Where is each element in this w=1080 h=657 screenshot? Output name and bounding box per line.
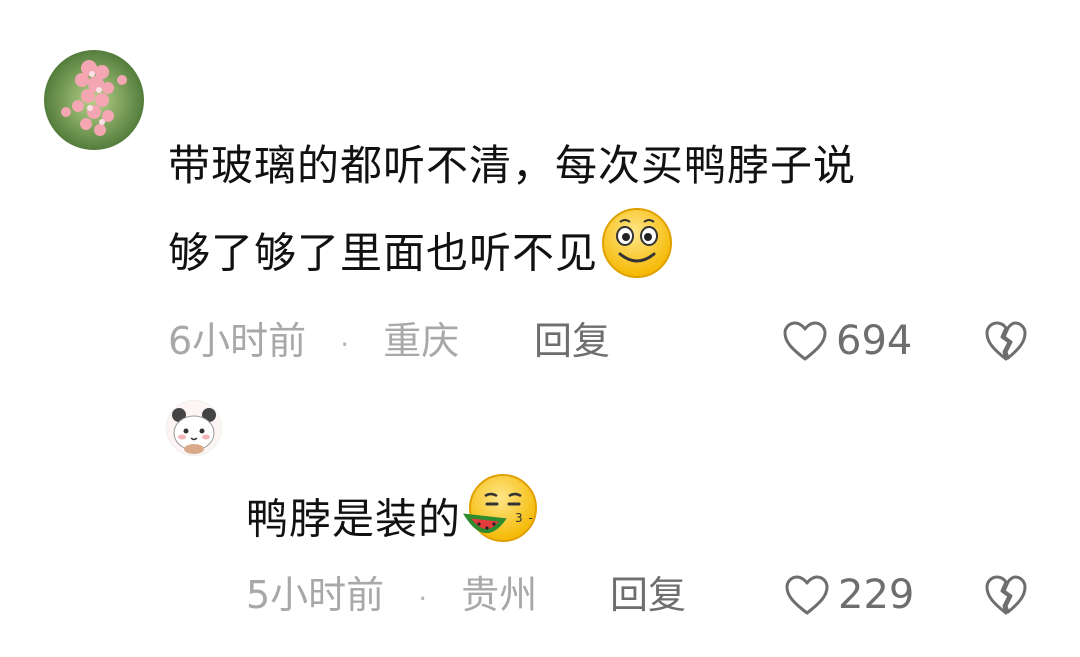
comment-meta: 6小时前 · 重庆	[168, 318, 459, 368]
reply-location: 贵州	[461, 573, 538, 617]
svg-text:3 -: 3 -	[515, 511, 534, 525]
meta-separator: ·	[340, 328, 350, 361]
comment-text: 带玻璃的都听不清，每次买鸭脖子说 够了够了里面也听不见	[168, 126, 1018, 306]
heart-icon	[785, 575, 829, 615]
comment-text-line-1: 带玻璃的都听不清，每次买鸭脖子说	[168, 141, 857, 190]
like-count: 694	[836, 318, 913, 364]
like-count: 229	[838, 572, 915, 618]
comment-location: 重庆	[383, 319, 460, 363]
smile-emoji-icon	[600, 206, 674, 306]
reply-time: 5小时前	[246, 573, 385, 617]
watermelon-eating-emoji-icon: 3 -	[463, 472, 539, 572]
reply-text-content: 鸭脖是装的	[246, 494, 462, 544]
broken-heart-icon	[985, 575, 1027, 615]
dislike-button[interactable]	[984, 574, 1028, 620]
reply-meta: 5小时前 · 贵州	[246, 572, 537, 622]
broken-heart-icon	[985, 321, 1027, 361]
panda-bear-avatar-icon	[167, 401, 221, 455]
comment-text-line-2-content: 够了够了里面也听不见	[168, 228, 599, 278]
dislike-button[interactable]	[984, 320, 1028, 366]
comment-text-line-2: 够了够了里面也听不见	[168, 206, 1018, 306]
like-button[interactable]: 229	[784, 572, 914, 618]
reply-button[interactable]: 回复	[534, 318, 610, 364]
reply-text: 鸭脖是装的 3 -	[246, 472, 946, 572]
commenter-avatar[interactable]	[44, 50, 144, 150]
replier-avatar[interactable]	[166, 400, 222, 456]
heart-icon	[783, 321, 827, 361]
flower-avatar-icon	[44, 50, 144, 150]
meta-separator: ·	[418, 582, 428, 615]
comment-time: 6小时前	[168, 319, 307, 363]
reply-button[interactable]: 回复	[610, 572, 686, 618]
like-button[interactable]: 694	[782, 318, 912, 364]
